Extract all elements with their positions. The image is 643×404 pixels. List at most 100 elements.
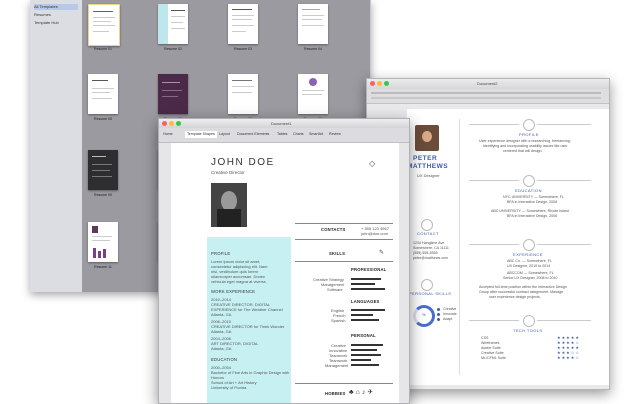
ribbon-tabs: Home Template Shapes Layout Document Ele… (159, 128, 409, 143)
skill-label: Software (327, 287, 343, 292)
tech-item: ML/CFML Suite (481, 356, 506, 360)
name-first: PETER (413, 155, 438, 162)
skills-icon (421, 279, 433, 291)
document-window-john: Document1 Home Template Shapes Layout Do… (158, 118, 410, 404)
experience-desc: Accepted full-time position within the I… (479, 285, 567, 289)
contact-line: (555) 555-5555 (413, 251, 438, 255)
personal-bar (351, 364, 379, 366)
experience-desc: Group after successful contract assignme… (479, 290, 564, 294)
sidebar-item-resumes[interactable]: Resumes (34, 12, 78, 18)
thumb-label: Resume 01 (94, 47, 112, 51)
minimize-window-button[interactable] (377, 81, 382, 86)
template-thumb[interactable] (88, 222, 118, 262)
tech-item: Wireframes (481, 341, 500, 345)
divider-line (537, 180, 591, 181)
template-thumb[interactable] (298, 74, 328, 114)
tab-review[interactable]: Review (329, 131, 341, 138)
divider-line (469, 124, 519, 125)
tech-item: CSS (481, 336, 489, 340)
toolbar (367, 89, 609, 104)
template-thumb[interactable] (88, 150, 118, 190)
resume-page-john: JOHN DOE Creative Director ◇ PROFILE Lor… (171, 143, 399, 403)
education-line: ABC UNIVERSITY — Somewhere, Rhode Island (491, 209, 569, 213)
personal-skills-heading: PERSONAL SKILLS (409, 291, 452, 296)
tab-template-shapes[interactable]: Template Shapes (185, 131, 217, 138)
tech-item: Creative Suite (481, 351, 504, 355)
divider-line (469, 244, 519, 245)
contact-line: peter@matthews.com (413, 256, 449, 260)
experience-desc: user experience design projects. (489, 295, 541, 299)
language-bar (351, 319, 379, 321)
sidebar-item-template-hub[interactable]: Template Hub (34, 20, 78, 26)
personal-heading: PERSONAL (351, 333, 376, 338)
column-divider (459, 119, 460, 375)
close-window-button[interactable] (162, 121, 167, 126)
skill-dot (437, 308, 440, 311)
portrait-photo (211, 183, 247, 227)
divider-line (295, 239, 393, 240)
zoom-window-button[interactable] (176, 121, 181, 126)
hobbies-heading: HOBBIES (325, 391, 346, 396)
template-thumb[interactable] (228, 4, 258, 44)
contact-line: Somewhere, CA 11111 (413, 246, 449, 250)
tab-home[interactable]: Home (163, 131, 173, 138)
personal-bar (351, 344, 383, 346)
window-titlebar: Document1 (159, 119, 409, 128)
name-heading: JOHN DOE (211, 157, 275, 168)
template-thumb[interactable] (158, 74, 188, 114)
tab-tables[interactable]: Tables (277, 131, 287, 138)
skill-bar (351, 283, 375, 285)
sidebar-item-all-templates[interactable]: All Templates (34, 4, 78, 10)
thumb-label: Resume 05 (94, 117, 112, 121)
template-thumb[interactable] (88, 4, 120, 46)
template-thumb[interactable] (228, 74, 258, 114)
profile-line: vehicula eget magna at viverra. (211, 279, 267, 284)
template-thumb[interactable] (298, 4, 328, 44)
personal-label: Management (325, 363, 349, 368)
personal-bar (351, 354, 381, 356)
template-thumb[interactable] (158, 4, 188, 44)
personal-bar (351, 359, 371, 361)
professional-heading: PROFESSIONAL (351, 267, 387, 272)
contact-line: 1234 Hangtime Ave (413, 241, 445, 245)
hobby-icons: ♣⌂♪✈ (349, 389, 376, 396)
tab-document-elements[interactable]: Document Elements (237, 131, 269, 138)
contact-icon (421, 219, 433, 231)
close-window-button[interactable] (370, 81, 375, 86)
education-line: BFA in Interactive Design, 2008 (507, 200, 558, 204)
divider-line (295, 383, 393, 384)
template-thumb[interactable] (88, 74, 118, 114)
thumb-label: Resume 02 (164, 47, 182, 51)
window-title: Document1 (271, 121, 292, 126)
experience-line: UX Designer, 2010 to 2014 (507, 264, 551, 268)
portrait-photo (415, 125, 439, 151)
experience-heading: WORK EXPERIENCE (211, 289, 256, 294)
education-line: NYC UNIVERSITY — Somewhere, FL (503, 195, 565, 199)
skill-bar (351, 288, 385, 290)
minimize-window-button[interactable] (169, 121, 174, 126)
experience-line: Atlanta, GA (211, 346, 232, 351)
name-last: MATTHEWS (407, 163, 449, 170)
languages-heading: LANGUAGES (351, 299, 380, 304)
left-info-panel: PROFILE Lorem ipsum dolor sit amet, cons… (207, 237, 291, 403)
contacts-heading: CONTACTS (321, 227, 346, 232)
tab-charts[interactable]: Charts (293, 131, 304, 138)
ribbon-strip (371, 92, 601, 94)
resume-page-peter: PETER MATTHEWS UX Designer CONTACT 1234 … (407, 109, 609, 385)
skill-bar (351, 278, 381, 280)
skill-item: Innovate (443, 312, 457, 316)
experience-line: ABCCOM — Somewhere, FL (507, 271, 554, 275)
tab-layout[interactable]: Layout (219, 131, 230, 138)
contact-email: john@doe.com (361, 231, 388, 236)
divider-line (295, 223, 393, 224)
zoom-window-button[interactable] (384, 81, 389, 86)
window-titlebar: Document2 (367, 79, 609, 89)
tech-item: Adobe Suite (481, 346, 501, 350)
skill-dot (437, 318, 440, 321)
divider-line (537, 320, 591, 321)
ruler (371, 97, 601, 99)
profile-line: User experience designer with a research… (479, 139, 571, 143)
skill-percent: % (422, 312, 426, 317)
tab-smartart[interactable]: SmartArt (309, 131, 323, 138)
profile-heading: PROFILE (519, 132, 539, 137)
